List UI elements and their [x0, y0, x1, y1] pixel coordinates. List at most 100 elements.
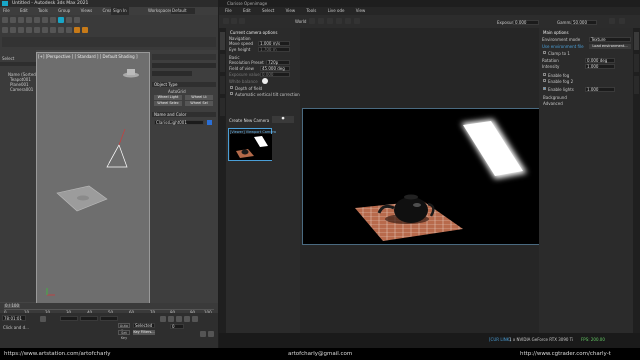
- gamma-field[interactable]: 50.000: [571, 20, 597, 25]
- select-filter-icon[interactable]: [42, 17, 48, 23]
- cs-rotate-icon[interactable]: [327, 18, 333, 24]
- object-type-rollout[interactable]: Object Type: [152, 82, 216, 87]
- set-key-button[interactable]: Set Key: [118, 330, 130, 340]
- z-coordinate-field[interactable]: [100, 316, 118, 321]
- prev-frame-icon[interactable]: [168, 316, 174, 322]
- percent-snap-icon[interactable]: [18, 27, 24, 33]
- maxscript-listener[interactable]: 78:01:01: [2, 315, 26, 321]
- unlink-icon[interactable]: [26, 17, 32, 23]
- align-icon[interactable]: [34, 27, 40, 33]
- scale-icon[interactable]: [74, 17, 80, 23]
- advanced-rollout[interactable]: Advanced: [543, 101, 563, 106]
- camera-thumbnail[interactable]: [Viewer] Viewport Camera: [228, 128, 276, 161]
- clamp-checkbox[interactable]: [543, 51, 546, 54]
- go-end-icon[interactable]: [192, 316, 198, 322]
- tab-render[interactable]: [220, 98, 225, 116]
- cs-menu-tools[interactable]: Tools: [306, 8, 316, 13]
- max-menu-tools[interactable]: Tools: [38, 8, 48, 13]
- object-button-2[interactable]: Wheel Lt: [185, 95, 213, 100]
- name-color-rollout[interactable]: Name and Color: [152, 112, 216, 117]
- cs-menu-view2[interactable]: View: [356, 8, 366, 13]
- snap-icon[interactable]: [2, 27, 8, 33]
- curve-editor-icon[interactable]: [50, 27, 56, 33]
- cs-camera-icon[interactable]: [345, 18, 351, 24]
- object-button-3[interactable]: Wheel Selec: [154, 101, 182, 106]
- command-panel-tabs[interactable]: [152, 54, 216, 60]
- next-frame-icon[interactable]: [184, 316, 190, 322]
- y-coordinate-field[interactable]: [80, 316, 98, 321]
- main-options-header[interactable]: Main options: [543, 30, 569, 35]
- tab-settings[interactable]: [634, 32, 639, 50]
- intensity-field[interactable]: 1.000: [585, 64, 615, 69]
- tab-output[interactable]: [634, 76, 639, 94]
- timeline[interactable]: 0 / 100 0 10 20 30 40 50 60 70 80 90 100: [0, 303, 218, 315]
- eye-height-field[interactable]: 1.700 m: [258, 47, 290, 52]
- camera-options-header[interactable]: Current camera options: [230, 30, 277, 35]
- create-category-tabs[interactable]: [152, 63, 216, 68]
- cs-menu-select[interactable]: Select: [262, 8, 274, 13]
- max-menu-edit[interactable]: Edit: [20, 8, 28, 13]
- move-speed-field[interactable]: 1.000 m/s: [258, 41, 290, 46]
- cs-channel-icon[interactable]: [619, 18, 625, 24]
- material-editor-icon[interactable]: [66, 27, 72, 33]
- create-dropdown[interactable]: [152, 71, 192, 76]
- max-perspective-viewport[interactable]: [+] [Perspective ] [ Standard ] [ Defaul…: [36, 52, 150, 304]
- sign-in-button[interactable]: Sign In: [111, 7, 129, 15]
- zoom-icon[interactable]: [200, 331, 206, 337]
- fog-checkbox[interactable]: [543, 73, 546, 76]
- time-slider[interactable]: 0 / 100: [4, 304, 20, 308]
- teapot-object[interactable]: [77, 195, 89, 201]
- move-icon[interactable]: [58, 17, 64, 23]
- bind-icon[interactable]: [34, 17, 40, 23]
- current-frame-field[interactable]: 0: [170, 324, 184, 329]
- cs-menu-edit[interactable]: Edit: [243, 8, 251, 13]
- artstation-link[interactable]: https://www.artstation.com/artofcharly: [4, 348, 111, 360]
- cs-menu-live[interactable]: Live ode: [328, 8, 345, 13]
- play-icon[interactable]: [176, 316, 182, 322]
- fov-field[interactable]: 45.000 deg: [260, 66, 290, 71]
- cs-settings-icon[interactable]: [239, 18, 245, 24]
- selected-dropdown[interactable]: Selected: [133, 323, 155, 328]
- lights-field[interactable]: 1.000: [585, 87, 615, 92]
- mirror-icon[interactable]: [26, 27, 32, 33]
- resolution-select[interactable]: 720p: [266, 60, 290, 65]
- cs-menu-view[interactable]: View: [286, 8, 296, 13]
- x-coordinate-field[interactable]: [60, 316, 78, 321]
- schematic-icon[interactable]: [58, 27, 64, 33]
- object-color-swatch[interactable]: [207, 120, 212, 125]
- link-icon[interactable]: [18, 17, 24, 23]
- undo-icon[interactable]: [2, 17, 8, 23]
- cs-move-icon[interactable]: [318, 18, 324, 24]
- max-menu-views[interactable]: Views: [81, 8, 93, 13]
- object-button-1[interactable]: Wheel Light: [154, 95, 182, 100]
- orbit-icon[interactable]: [208, 331, 214, 337]
- tab-materials[interactable]: [220, 54, 225, 72]
- rotate-icon[interactable]: [66, 17, 72, 23]
- create-camera-button[interactable]: ●: [272, 116, 294, 123]
- scene-item-camera[interactable]: Camera001: [10, 87, 33, 92]
- cs-lock-icon[interactable]: [223, 18, 229, 24]
- select-icon[interactable]: [50, 17, 56, 23]
- autogrid-label[interactable]: AutoGrid: [168, 89, 186, 94]
- angle-snap-icon[interactable]: [10, 27, 16, 33]
- render-setup-icon[interactable]: [74, 27, 80, 33]
- key-filters-button[interactable]: Key Filters...: [133, 330, 155, 335]
- auto-key-button[interactable]: Auto Key: [118, 323, 130, 333]
- cs-display-icon[interactable]: [609, 18, 615, 24]
- lights-checkbox[interactable]: [543, 87, 546, 90]
- layer-icon[interactable]: [42, 27, 48, 33]
- render-viewport[interactable]: [302, 108, 542, 245]
- cgtrader-link[interactable]: http://www.cgtrader.com/charly-t: [520, 348, 611, 360]
- lock-icon[interactable]: [40, 316, 46, 322]
- fog2-checkbox[interactable]: [543, 79, 546, 82]
- max-menu-group[interactable]: Group: [58, 8, 70, 13]
- max-menu-file[interactable]: File: [3, 8, 10, 13]
- cs-scale-icon[interactable]: [336, 18, 342, 24]
- depth-of-field-checkbox[interactable]: [230, 86, 233, 89]
- rotation-field[interactable]: 0.000 deg: [585, 58, 615, 63]
- tab-lights[interactable]: [220, 76, 225, 94]
- cs-select-icon[interactable]: [309, 18, 315, 24]
- redo-icon[interactable]: [10, 17, 16, 23]
- auto-vc-checkbox[interactable]: [230, 92, 233, 95]
- exposure-field[interactable]: 0.000: [513, 20, 539, 25]
